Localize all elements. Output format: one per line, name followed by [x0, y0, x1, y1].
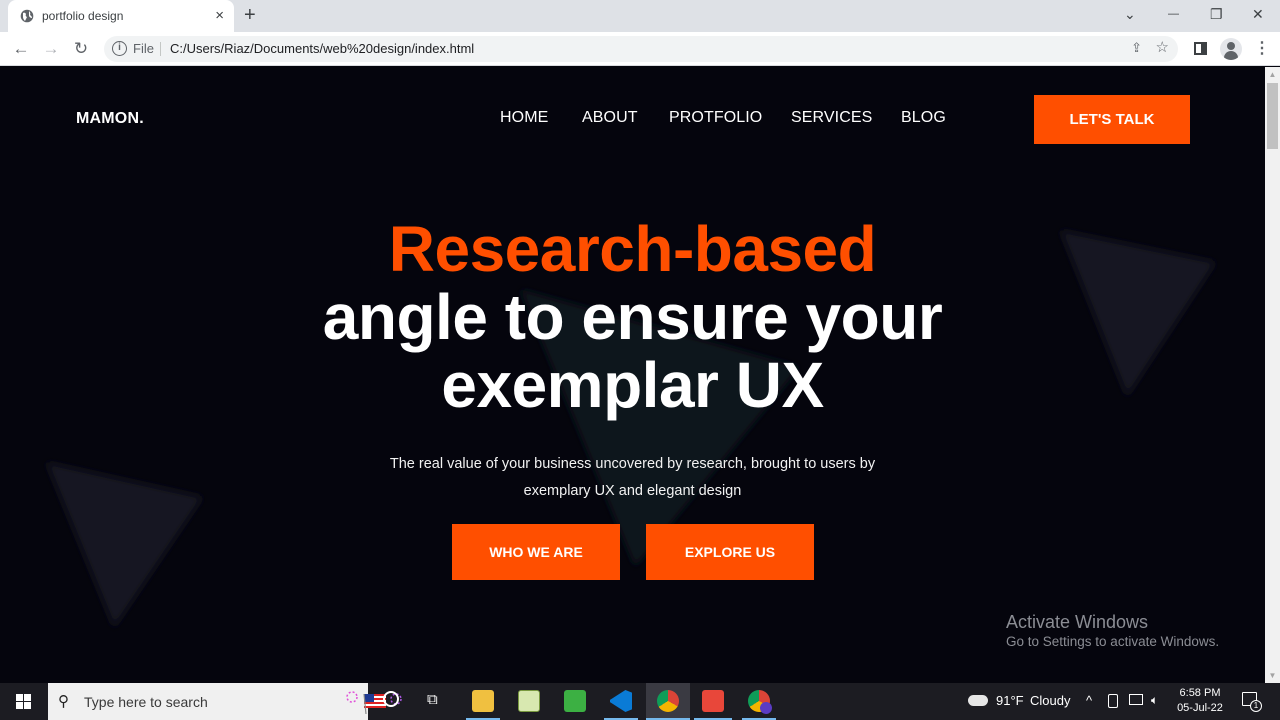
profile-avatar-icon[interactable]	[1220, 38, 1242, 60]
cortana-icon[interactable]	[383, 691, 399, 707]
windows-logo-pane	[16, 694, 23, 701]
hero-subtitle-line-1: The real value of your business uncovere…	[389, 456, 876, 472]
clock-date: 05-Jul-22	[1177, 702, 1223, 714]
vscode-icon[interactable]	[610, 690, 632, 712]
windows-taskbar: ⚲ Type here to search ⧉ 91°F Cloudy ^ 🔈︎…	[0, 683, 1280, 720]
hero-subtitle: The real value of your business uncovere…	[0, 451, 1265, 505]
chrome-icon[interactable]	[657, 690, 679, 712]
notification-count-badge: 1	[1250, 700, 1262, 712]
info-icon[interactable]: i	[112, 41, 127, 56]
tab-close-icon[interactable]: ×	[215, 6, 224, 26]
back-button[interactable]: ←	[9, 37, 33, 61]
clock-time: 6:58 PM	[1179, 687, 1221, 699]
who-we-are-button[interactable]: WHO WE ARE	[452, 524, 620, 580]
weather-condition[interactable]: Cloudy	[1030, 693, 1070, 708]
activate-windows-subtitle: Go to Settings to activate Windows.	[1006, 634, 1220, 649]
volume-icon[interactable]: 🔈︎	[1151, 693, 1158, 708]
network-icon[interactable]	[1129, 694, 1143, 705]
activate-windows-watermark: Activate Windows Go to Settings to activ…	[1006, 611, 1219, 651]
page-viewport: MAMON. HOME ABOUT PROTFOLIO SERVICES BLO…	[0, 67, 1265, 683]
windows-logo-pane	[16, 702, 23, 709]
site-logo[interactable]: MAMON.	[76, 110, 144, 128]
new-tab-button[interactable]: +	[244, 3, 256, 27]
page-scrollbar[interactable]: ▲ ▼	[1265, 67, 1280, 683]
close-window-button[interactable]: ✕	[1252, 4, 1264, 24]
browser-tab[interactable]: portfolio design ×	[8, 0, 234, 32]
profile-badge-icon	[760, 702, 772, 714]
meet-now-icon[interactable]	[1108, 694, 1118, 708]
explore-us-button[interactable]: EXPLORE US	[646, 524, 814, 580]
tab-strip: portfolio design × + ⌄ — ❐ ✕	[0, 0, 1280, 32]
nav-about[interactable]: ABOUT	[582, 109, 638, 127]
camtasia-recorder-icon[interactable]	[702, 690, 724, 712]
browser-menu-icon[interactable]: ⋮	[1254, 39, 1270, 59]
cloud-icon	[968, 695, 988, 706]
nav-blog[interactable]: BLOG	[901, 109, 946, 127]
forward-button[interactable]: →	[39, 37, 63, 61]
search-placeholder: Type here to search	[84, 694, 208, 710]
tray-overflow-icon[interactable]: ^	[1086, 693, 1092, 708]
avatar-body	[1224, 51, 1238, 60]
bookmark-star-icon[interactable]: ☆	[1156, 38, 1169, 56]
tab-title: portfolio design	[42, 9, 124, 23]
tab-search-icon[interactable]: ⌄	[1124, 4, 1136, 24]
taskbar-search-box[interactable]: ⚲ Type here to search	[48, 683, 402, 720]
avatar-head	[1227, 42, 1235, 50]
nav-portfolio[interactable]: PROTFOLIO	[669, 109, 762, 127]
hero-subtitle-line-2: exemplary UX and elegant design	[523, 483, 742, 499]
scroll-down-arrow-icon[interactable]: ▼	[1265, 668, 1280, 683]
weather-temperature[interactable]: 91°F	[996, 693, 1024, 708]
hero-line-3: exemplar UX	[441, 349, 824, 421]
search-icon: ⚲	[58, 693, 69, 710]
scrollbar-thumb[interactable]	[1267, 83, 1278, 149]
nav-services[interactable]: SERVICES	[791, 109, 872, 127]
minimize-button[interactable]: —	[1168, 4, 1179, 24]
activate-windows-title: Activate Windows	[1006, 612, 1149, 632]
share-icon[interactable]: ⇪	[1131, 40, 1142, 56]
browser-toolbar: ← → ↻ i File C:/Users/Riaz/Documents/web…	[0, 32, 1280, 66]
hero-accent-line: Research-based	[388, 213, 877, 285]
hero-heading: Research-based angle to ensure your exem…	[0, 215, 1265, 419]
scroll-up-arrow-icon[interactable]: ▲	[1265, 67, 1280, 82]
notepad-plus-plus-icon[interactable]	[518, 690, 540, 712]
address-bar[interactable]: i File C:/Users/Riaz/Documents/web%20des…	[104, 36, 1178, 62]
side-panel-icon[interactable]	[1194, 42, 1207, 55]
hero-line-2: angle to ensure your	[322, 281, 943, 353]
start-button[interactable]	[0, 683, 46, 720]
url-separator	[160, 42, 161, 56]
reload-button[interactable]: ↻	[69, 37, 93, 61]
globe-icon	[20, 9, 34, 23]
url-scheme-label: File	[133, 41, 154, 56]
windows-logo-pane	[24, 694, 31, 701]
camtasia-icon[interactable]	[564, 690, 586, 712]
file-explorer-icon[interactable]	[472, 690, 494, 712]
lets-talk-button[interactable]: LET'S TALK	[1034, 95, 1190, 144]
system-clock[interactable]: 6:58 PM 05-Jul-22	[1170, 686, 1230, 716]
task-view-icon[interactable]: ⧉	[427, 691, 438, 708]
restore-button[interactable]: ❐	[1210, 4, 1223, 24]
url-text[interactable]: C:/Users/Riaz/Documents/web%20design/ind…	[170, 41, 474, 56]
nav-home[interactable]: HOME	[500, 109, 548, 127]
windows-logo-pane	[24, 702, 31, 709]
